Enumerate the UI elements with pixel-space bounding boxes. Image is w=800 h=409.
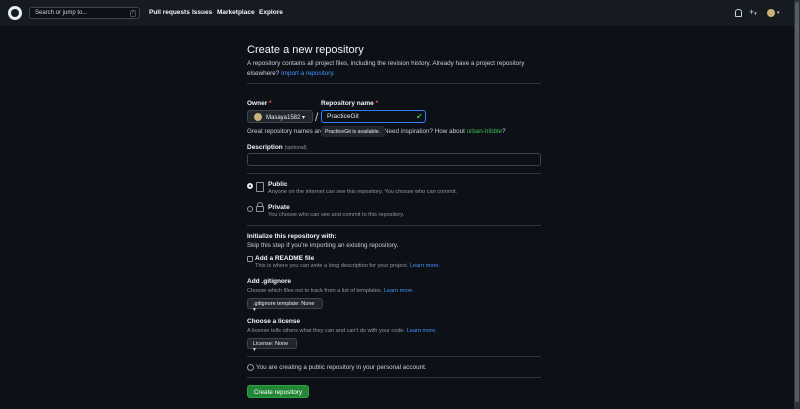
repo-icon [256, 182, 264, 192]
license-label: Choose a license [247, 318, 301, 325]
search-shortcut-badge: / [130, 10, 136, 17]
availability-tooltip: PracticeGit is available. [321, 126, 385, 137]
repo-name-hint: Great repository names are [247, 128, 324, 135]
page-intro: A repository contains all project files,… [247, 59, 537, 79]
nav-explore[interactable]: Explore [259, 9, 283, 16]
repository-name-input[interactable] [321, 110, 426, 123]
initialize-title: Initialize this repository with: [247, 233, 337, 240]
user-avatar[interactable] [767, 9, 775, 17]
repo-name-label-text: Repository name [321, 100, 374, 107]
readme-description: This is where you can write a long descr… [255, 263, 440, 269]
public-notice: You are creating a public repository in … [256, 364, 427, 371]
hint-mid: Need inspiration? How about [384, 128, 465, 135]
create-repository-button[interactable]: Create repository [247, 385, 309, 398]
owner-select[interactable]: Masaya1582 ▾ [247, 110, 313, 123]
gitignore-dropdown-label: .gitignore template: None [253, 301, 315, 307]
page-title: Create a new repository [247, 44, 364, 56]
license-dropdown[interactable]: License: None ▾ [247, 338, 297, 353]
nav-issues[interactable]: Issues [192, 9, 212, 16]
license-dropdown-label: License: None [253, 341, 289, 347]
github-logo-icon[interactable] [8, 6, 22, 20]
owner-label: Owner * [247, 100, 272, 107]
gitignore-label: Add .gitignore [247, 278, 292, 285]
info-icon [247, 364, 254, 371]
hint-prefix: Great repository names are [247, 128, 324, 135]
readme-label: Add a README file [255, 255, 315, 262]
hint-suffix: ? [501, 128, 506, 135]
owner-label-text: Owner [247, 100, 268, 107]
divider [247, 173, 541, 174]
private-label: Private [268, 204, 290, 211]
chevron-down-icon: ▾ [754, 11, 757, 17]
optional-note: (optional) [284, 145, 307, 151]
gitignore-learn-more-link[interactable]: Learn more. [384, 288, 414, 294]
license-description: A license tells others what they can and… [247, 328, 437, 334]
license-desc-text: A license tells others what they can and… [247, 328, 406, 334]
create-new-plus-icon[interactable]: +▾ [749, 7, 757, 17]
divider [247, 225, 541, 226]
owner-repo-separator: / [315, 110, 319, 124]
lock-icon-body [256, 206, 264, 212]
nav-marketplace[interactable]: Marketplace [217, 9, 255, 16]
owner-avatar [254, 113, 262, 121]
nav-pull-requests[interactable]: Pull requests [149, 9, 190, 16]
description-input[interactable] [247, 153, 541, 166]
owner-name: Masaya1582 [266, 115, 301, 121]
required-mark: * [375, 100, 379, 107]
suggested-name-link[interactable]: urban-tribble [467, 128, 502, 135]
import-repository-link[interactable]: Import a repository. [281, 70, 335, 77]
repo-name-inspiration: Need inspiration? How about urban-tribbl… [384, 128, 506, 135]
public-label: Public [268, 181, 288, 188]
divider [247, 377, 541, 378]
available-check-icon: ✔ [416, 112, 423, 121]
description-label-text: Description [247, 144, 283, 151]
global-header: Search or jump to... / Pull requests Iss… [0, 0, 794, 26]
divider [247, 356, 541, 357]
license-learn-more-link[interactable]: Learn more. [407, 328, 437, 334]
private-description: You choose who can see and commit to thi… [268, 212, 405, 218]
gitignore-description: Choose which files not to track from a l… [247, 288, 414, 294]
search-input[interactable]: Search or jump to... / [29, 7, 140, 19]
repo-name-label: Repository name * [321, 100, 378, 107]
readme-desc-text: This is where you can write a long descr… [255, 263, 409, 269]
search-placeholder: Search or jump to... [35, 10, 88, 16]
chevron-down-icon[interactable]: ▾ [777, 10, 780, 16]
divider [247, 83, 541, 84]
owner-value: Masaya1582 ▾ [266, 115, 306, 121]
scrollbar[interactable] [794, 0, 800, 409]
public-description: Anyone on the internet can see this repo… [268, 189, 457, 195]
notifications-bell-icon[interactable] [735, 9, 742, 17]
gitignore-desc-text: Choose which files not to track from a l… [247, 288, 383, 294]
scrollbar-thumb[interactable] [795, 2, 799, 402]
public-radio[interactable] [247, 183, 253, 189]
add-readme-checkbox[interactable] [247, 256, 253, 262]
gitignore-template-dropdown[interactable]: .gitignore template: None ▾ [247, 298, 323, 313]
required-mark: * [269, 100, 272, 107]
initialize-subtitle: Skip this step if you're importing an ex… [247, 242, 399, 249]
private-radio[interactable] [247, 206, 253, 212]
readme-learn-more-link[interactable]: Learn more. [410, 263, 440, 269]
description-label: Description (optional) [247, 144, 307, 151]
